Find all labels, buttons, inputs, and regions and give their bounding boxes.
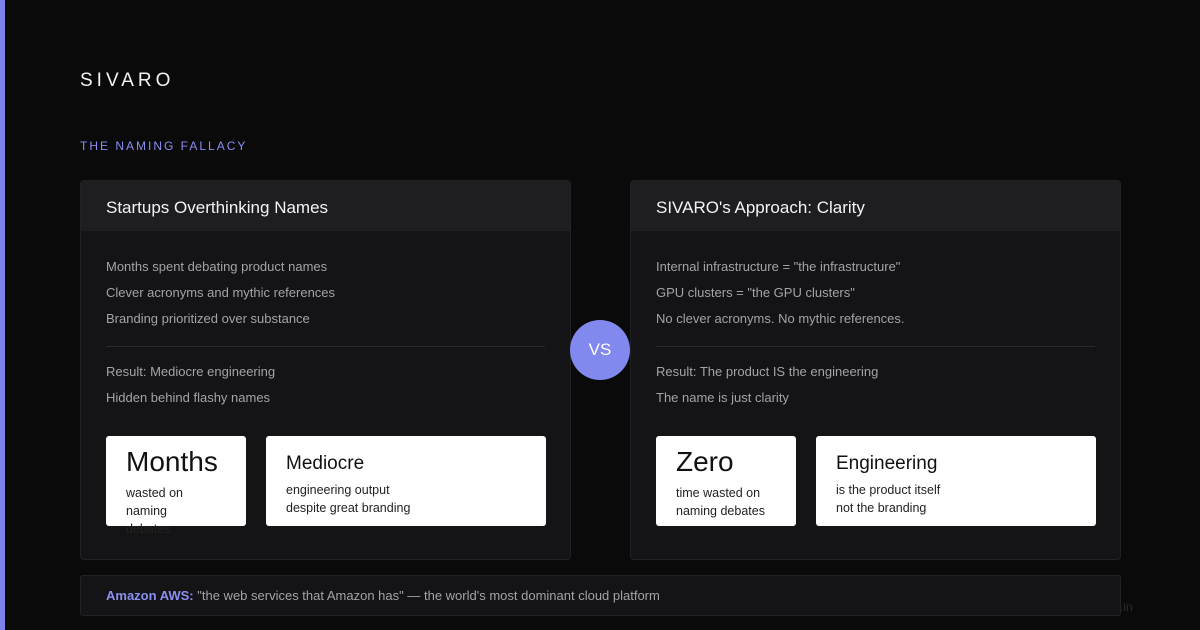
section-kicker: THE NAMING FALLACY (80, 139, 248, 153)
stat-box-months: Months wasted on naming debates (106, 436, 246, 536)
vs-badge: VS (570, 320, 630, 380)
card-point: Clever acronyms and mythic references (106, 285, 336, 300)
card-result: Result: The product IS the engineering T… (656, 363, 1095, 415)
card-point: Branding prioritized over substance (106, 311, 310, 326)
card-points: Months spent debating product names Clev… (106, 231, 545, 336)
watermark: .in (1120, 600, 1133, 614)
stat-caption-line: despite great branding (286, 501, 411, 515)
stat-box-mediocre: Mediocre engineering output despite grea… (266, 436, 546, 526)
card-point: Internal infrastructure = "the infrastru… (656, 259, 901, 274)
stat-caption: wasted on naming debates (126, 484, 226, 538)
stat-caption-line: engineering output (286, 483, 390, 497)
card-title: SIVARO's Approach: Clarity (631, 181, 1120, 231)
comparison-card-startups: Startups Overthinking Names Months spent… (80, 180, 571, 560)
comparison-card-sivaro: SIVARO's Approach: Clarity Internal infr… (630, 180, 1121, 560)
stat-caption-line: not the branding (836, 501, 927, 515)
card-points: Internal infrastructure = "the infrastru… (656, 231, 1095, 336)
footer-highlight: Amazon AWS: (106, 588, 194, 603)
stat-value: Mediocre (286, 453, 365, 474)
brand-logo: SIVARO (80, 70, 175, 91)
divider (106, 346, 545, 347)
stat-caption: is the product itself not the branding (836, 481, 1076, 517)
card-point: GPU clusters = "the GPU clusters" (656, 285, 855, 300)
result-line: Hidden behind flashy names (106, 390, 271, 405)
stat-value: Zero (676, 446, 734, 477)
result-line: The name is just clarity (656, 390, 789, 405)
divider (656, 346, 1095, 347)
stat-caption-line: debates (126, 522, 171, 536)
stat-row: Months wasted on naming debates Mediocre… (106, 436, 546, 536)
card-result: Result: Mediocre engineering Hidden behi… (106, 363, 545, 415)
stat-value: Engineering (836, 453, 938, 474)
stat-box-engineering: Engineering is the product itself not th… (816, 436, 1096, 526)
result-line: Result: Mediocre engineering (106, 364, 276, 379)
accent-bar (0, 0, 5, 630)
footer-text: "the web services that Amazon has" — the… (193, 588, 660, 603)
stat-value: Months (126, 446, 218, 477)
stat-row: Zero time wasted on naming debates Engin… (656, 436, 1096, 526)
stat-caption-line: wasted on naming (126, 486, 183, 518)
stat-caption: engineering output despite great brandin… (286, 481, 526, 517)
stat-caption-line: is the product itself (836, 483, 941, 497)
card-title: Startups Overthinking Names (81, 181, 570, 231)
footer-example: Amazon AWS: "the web services that Amazo… (80, 575, 1121, 616)
stat-caption-line: time wasted on (676, 486, 761, 500)
stat-caption-line: naming debates (676, 504, 765, 518)
card-point: Months spent debating product names (106, 259, 328, 274)
result-line: Result: The product IS the engineering (656, 364, 879, 379)
card-point: No clever acronyms. No mythic references… (656, 311, 905, 326)
stat-box-zero: Zero time wasted on naming debates (656, 436, 796, 526)
stat-caption: time wasted on naming debates (676, 484, 776, 520)
